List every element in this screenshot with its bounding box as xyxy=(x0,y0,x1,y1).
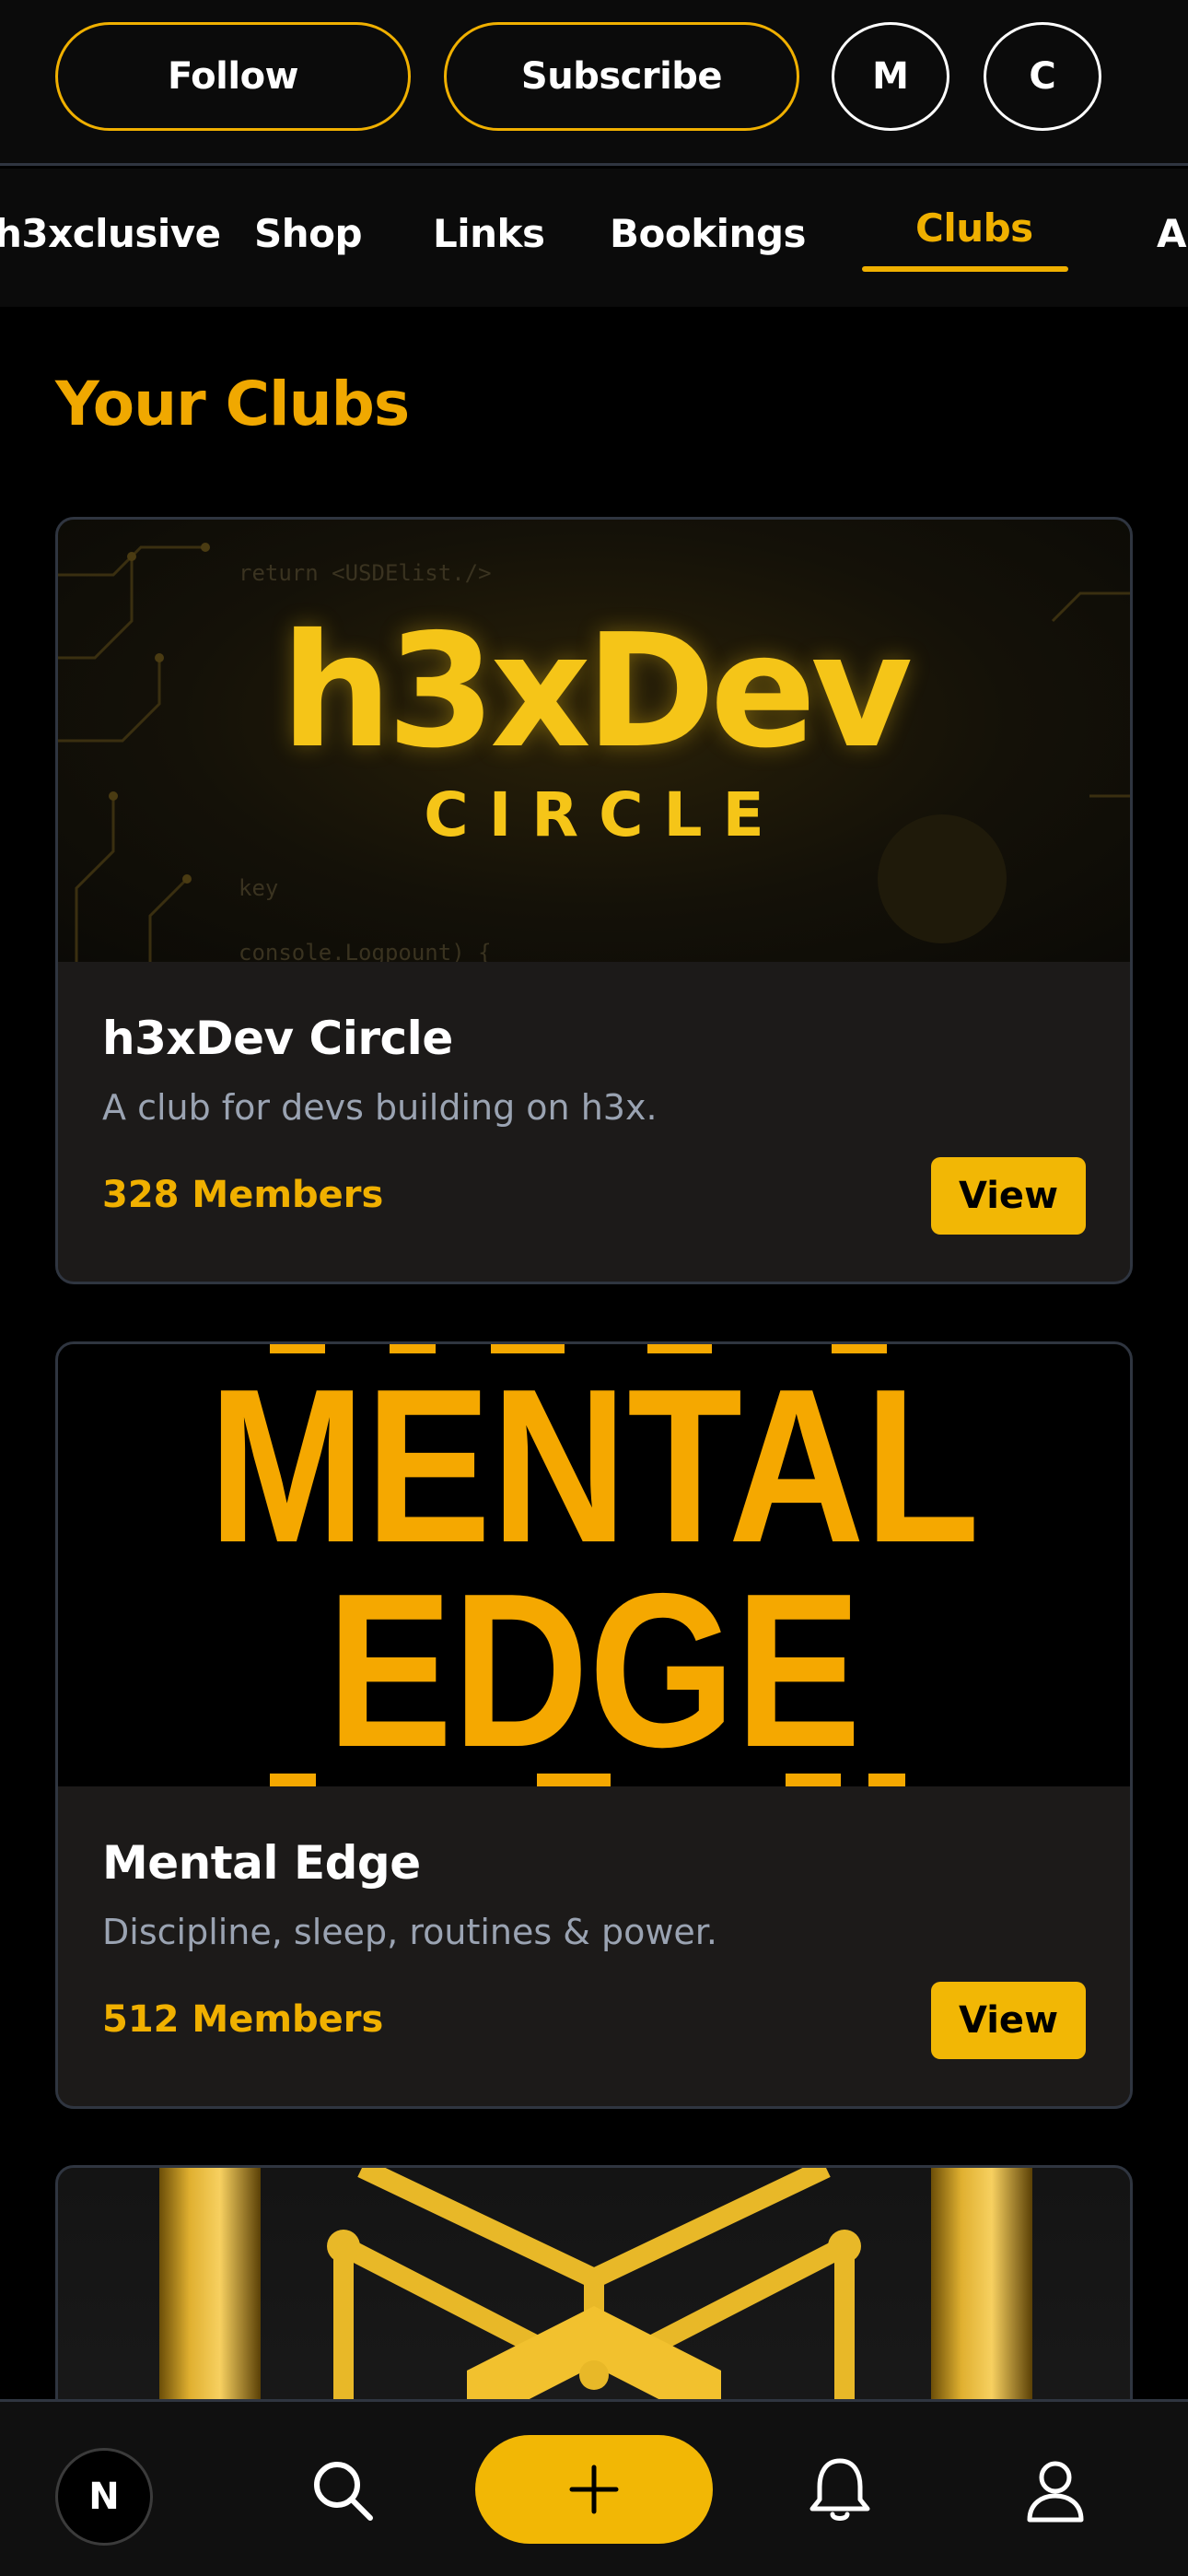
profile-action-bar: Follow Subscribe M C xyxy=(0,0,1188,166)
tab-h3xclusive[interactable]: h3xclusive xyxy=(0,211,221,256)
mental-logo-text: MENTAL xyxy=(208,1344,980,1588)
club-card-h3xdev[interactable]: return <USDElist./> key console.Logpount… xyxy=(55,517,1133,1284)
active-tab-indicator xyxy=(862,266,1068,272)
tab-links[interactable]: Links xyxy=(433,211,545,256)
tab-shop[interactable]: Shop xyxy=(254,211,363,256)
club-member-count: 512 Members xyxy=(102,1998,384,2041)
club-banner-image: return <USDElist./> key console.Logpount… xyxy=(58,520,1130,962)
view-club-button[interactable]: View xyxy=(931,1157,1086,1235)
tab-clubs[interactable]: Clubs xyxy=(915,205,1033,251)
subscribe-button[interactable]: Subscribe xyxy=(444,22,799,131)
club-name: Mental Edge xyxy=(102,1836,421,1890)
m-circle-button[interactable]: M xyxy=(832,22,949,131)
code-snippet: key xyxy=(239,875,279,901)
circle-logo-text: CIRCLE xyxy=(424,779,785,850)
club-card-mental-edge[interactable]: MENTAL EDGE Mental Edge Discipline, slee… xyxy=(55,1341,1133,2109)
club-description: Discipline, sleep, routines & power. xyxy=(102,1912,717,1952)
tab-bookings[interactable]: Bookings xyxy=(610,211,807,256)
search-icon[interactable] xyxy=(306,2453,379,2527)
club-card-body: h3xDev Circle A club for devs building o… xyxy=(58,962,1130,1280)
follow-button[interactable]: Follow xyxy=(55,22,411,131)
view-club-button[interactable]: View xyxy=(931,1982,1086,2059)
avatar[interactable]: N xyxy=(55,2448,153,2546)
bottom-navigation-bar: N xyxy=(0,2399,1188,2576)
code-snippet: return <USDElist./> xyxy=(239,560,492,586)
club-member-count: 328 Members xyxy=(102,1174,384,1216)
bell-icon[interactable] xyxy=(803,2453,877,2527)
plus-icon xyxy=(569,2465,619,2514)
club-card-body: Mental Edge Discipline, sleep, routines … xyxy=(58,1786,1130,2104)
c-circle-button[interactable]: C xyxy=(984,22,1101,131)
profile-tab-bar: h3xclusive Shop Links Bookings Clubs Al xyxy=(0,169,1188,307)
club-name: h3xDev Circle xyxy=(102,1012,453,1065)
code-snippet: console.Logpount) { xyxy=(239,940,492,962)
user-icon[interactable] xyxy=(1019,2453,1092,2527)
club-banner-image: MENTAL EDGE xyxy=(58,1344,1130,1786)
edge-logo-text: EDGE xyxy=(326,1549,862,1786)
h3xdev-logo-text: h3xDev xyxy=(280,601,913,783)
club-description: A club for devs building on h3x. xyxy=(102,1087,658,1128)
create-button[interactable] xyxy=(475,2435,713,2544)
tab-al[interactable]: Al xyxy=(1157,211,1188,256)
section-title: Your Clubs xyxy=(55,369,410,439)
